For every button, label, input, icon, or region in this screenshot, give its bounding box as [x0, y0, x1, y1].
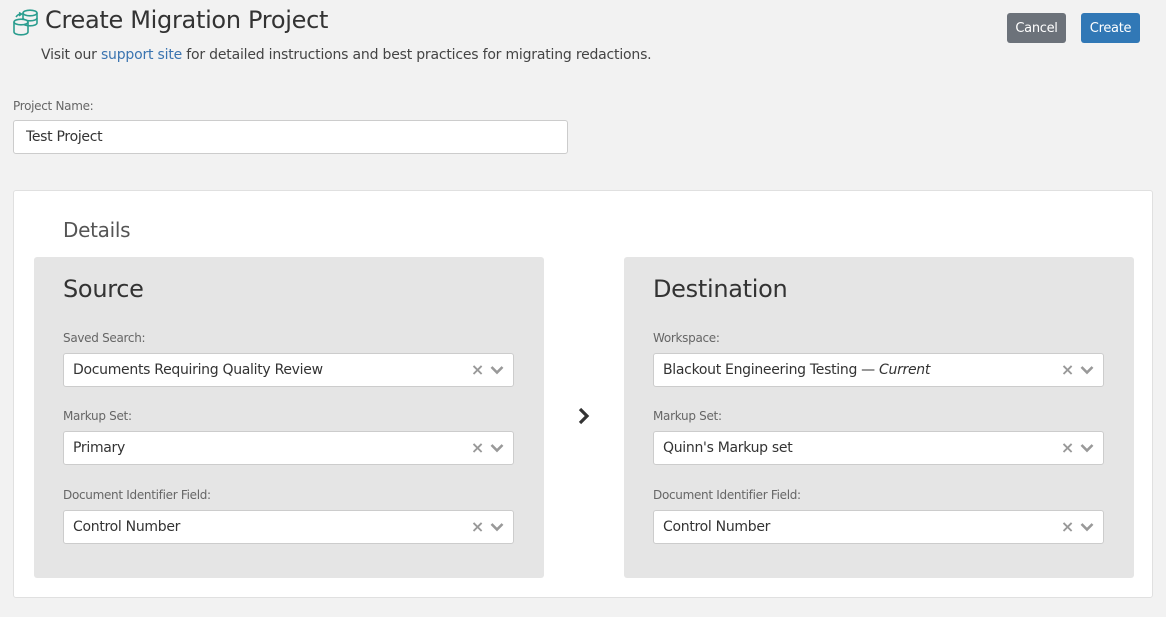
- saved-search-label: Saved Search:: [63, 331, 146, 345]
- source-markup-set-value: Primary: [73, 440, 125, 456]
- subtitle-prefix: Visit our: [41, 47, 101, 63]
- source-doc-id-field-label: Document Identifier Field:: [63, 488, 211, 502]
- support-site-link[interactable]: support site: [101, 47, 182, 63]
- workspace-label: Workspace:: [653, 331, 720, 345]
- clear-icon[interactable]: ×: [471, 519, 484, 535]
- destination-title: Destination: [653, 275, 788, 303]
- source-title: Source: [63, 275, 144, 303]
- create-button[interactable]: Create: [1081, 13, 1140, 43]
- clear-icon[interactable]: ×: [1061, 440, 1074, 456]
- source-doc-id-field-select[interactable]: Control Number ×: [63, 510, 514, 544]
- workspace-name: Blackout Engineering Testing —: [663, 362, 880, 378]
- source-markup-set-select[interactable]: Primary ×: [63, 431, 514, 465]
- chevron-down-icon[interactable]: [490, 443, 504, 453]
- saved-search-select[interactable]: Documents Requiring Quality Review ×: [63, 353, 514, 387]
- details-card: Details Source Saved Search: Documents R…: [13, 190, 1153, 598]
- chevron-down-icon[interactable]: [490, 365, 504, 375]
- source-panel: Source Saved Search: Documents Requiring…: [34, 257, 544, 578]
- database-migration-icon: [13, 9, 38, 36]
- saved-search-value: Documents Requiring Quality Review: [73, 362, 323, 378]
- project-name-input[interactable]: [13, 120, 568, 154]
- dest-markup-set-select[interactable]: Quinn's Markup set ×: [653, 431, 1104, 465]
- chevron-right-icon: [578, 407, 590, 425]
- workspace-current-tag: Current: [879, 362, 931, 378]
- dest-doc-id-field-label: Document Identifier Field:: [653, 488, 801, 502]
- project-name-label: Project Name:: [13, 99, 94, 113]
- dest-doc-id-field-select[interactable]: Control Number ×: [653, 510, 1104, 544]
- destination-panel: Destination Workspace: Blackout Engineer…: [624, 257, 1134, 578]
- page-title: Create Migration Project: [45, 6, 329, 34]
- chevron-down-icon[interactable]: [1080, 443, 1094, 453]
- source-markup-set-label: Markup Set:: [63, 409, 132, 423]
- dest-markup-set-value: Quinn's Markup set: [663, 440, 793, 456]
- clear-icon[interactable]: ×: [471, 440, 484, 456]
- subtitle-suffix: for detailed instructions and best pract…: [182, 47, 652, 63]
- source-doc-id-field-value: Control Number: [73, 519, 181, 535]
- workspace-select[interactable]: Blackout Engineering Testing — Current ×: [653, 353, 1104, 387]
- clear-icon[interactable]: ×: [471, 362, 484, 378]
- dest-doc-id-field-value: Control Number: [663, 519, 771, 535]
- subtitle: Visit our support site for detailed inst…: [41, 47, 652, 63]
- details-title: Details: [63, 218, 131, 242]
- chevron-down-icon[interactable]: [1080, 522, 1094, 532]
- clear-icon[interactable]: ×: [1061, 362, 1074, 378]
- cancel-button[interactable]: Cancel: [1007, 13, 1066, 43]
- workspace-value: Blackout Engineering Testing — Current: [663, 362, 1061, 378]
- dest-markup-set-label: Markup Set:: [653, 409, 722, 423]
- clear-icon[interactable]: ×: [1061, 519, 1074, 535]
- chevron-down-icon[interactable]: [490, 522, 504, 532]
- chevron-down-icon[interactable]: [1080, 365, 1094, 375]
